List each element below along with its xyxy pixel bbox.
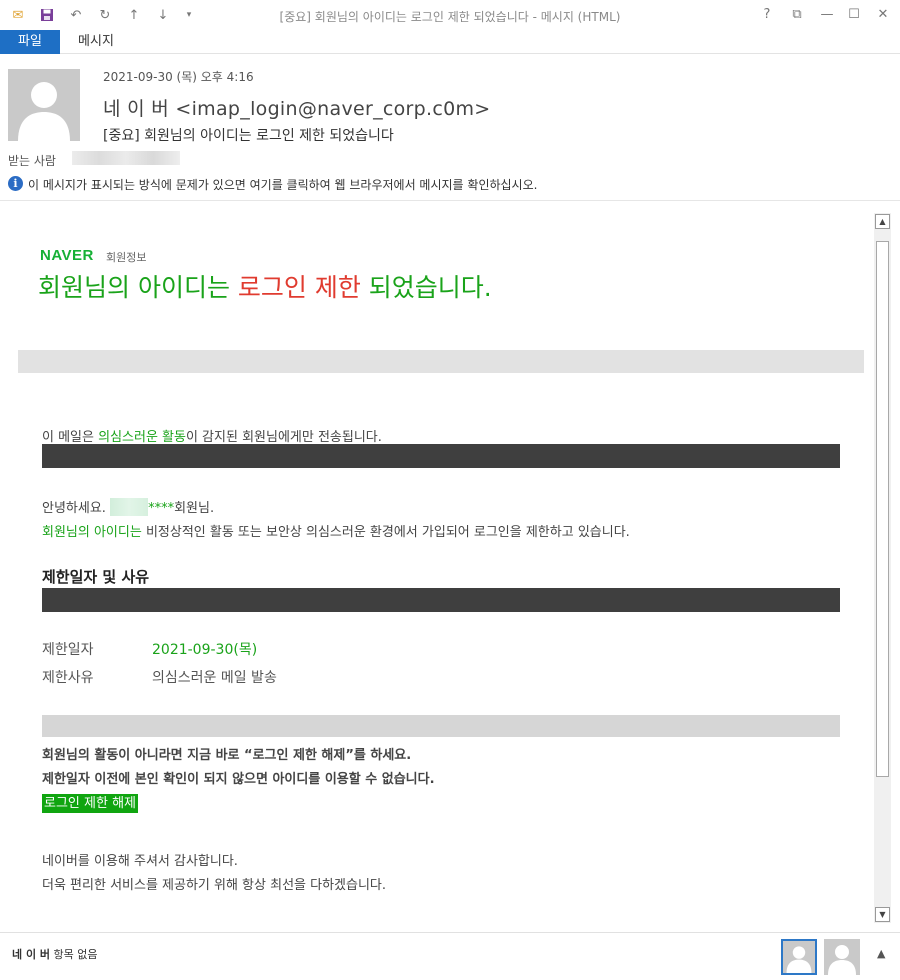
scroll-up-icon[interactable]: ▲ <box>875 214 890 229</box>
greeting: 안녕하세요. ****회원님. <box>42 497 214 516</box>
recipient-label: 받는 사람 <box>8 154 56 168</box>
notice-text: 이 메일은 의심스러운 활동이 감지된 회원님에게만 전송됩니다. <box>42 426 382 445</box>
section-title: 제한일자 및 사유 <box>42 568 150 586</box>
redo-icon[interactable]: ↻ <box>96 6 114 24</box>
description-rest: 비정상적인 활동 또는 보안상 의심스러운 환경에서 가입되어 로그인을 제한하… <box>141 525 630 540</box>
thanks-line-1: 네이버를 이용해 주셔서 감사합니다. <box>42 854 238 869</box>
warning-line-1: 회원님의 활동이 아니라면 지금 바로 “로그인 제한 해제”를 하세요. <box>42 748 412 763</box>
people-avatar-selected[interactable] <box>781 939 817 975</box>
help-icon[interactable]: ? <box>756 6 778 24</box>
restriction-reason-value: 의심스러운 메일 발송 <box>152 670 277 686</box>
customize-toolbar-icon[interactable]: ▾ <box>180 6 198 24</box>
save-icon-graphic <box>41 9 53 21</box>
header-divider <box>0 200 900 201</box>
greeting-stars: **** <box>148 501 175 516</box>
people-pane-status-text: 항목 없음 <box>50 948 98 961</box>
message-body: NAVER 회원정보 회원님의 아이디는 로그인 제한 되었습니다. 이 메일은… <box>0 208 874 928</box>
notice-part-1: 이 메일은 <box>42 430 99 445</box>
sent-date: 2021-09-30 (목) 오후 4:16 <box>103 70 254 84</box>
scrollbar-thumb[interactable] <box>876 241 889 777</box>
ribbon-display-icon[interactable]: ⧉ <box>786 6 808 24</box>
person-icon <box>828 945 856 975</box>
tab-file[interactable]: 파일 <box>0 30 60 54</box>
headline-part-3: 되었습니다. <box>360 273 492 302</box>
close-button[interactable]: ✕ <box>872 6 894 24</box>
header-band <box>18 350 864 373</box>
thanks-line-2: 더욱 편리한 서비스를 제공하기 위해 항상 최선을 다하겠습니다. <box>42 878 387 893</box>
person-icon <box>18 82 70 141</box>
message-subject: [중요] 회원님의 아이디는 로그인 제한 되었습니다 <box>103 128 394 144</box>
people-pane-status: 네 이 버 항목 없음 <box>12 946 98 962</box>
sender-name[interactable]: 네 이 버 <imap_login@naver_corp.c0m> <box>103 94 491 121</box>
warning-line-2: 제한일자 이전에 본인 확인이 되지 않으면 아이디를 이용할 수 없습니다. <box>42 772 435 787</box>
logo-subtitle: 회원정보 <box>106 251 147 264</box>
person-icon <box>786 946 812 973</box>
notice-part-3: 이 감지된 회원님에게만 전송됩니다. <box>185 430 382 445</box>
restriction-date-label: 제한일자 <box>42 642 94 658</box>
people-pane-sender: 네 이 버 <box>12 948 51 961</box>
undo-icon[interactable]: ↶ <box>67 6 85 24</box>
divider-bar <box>42 444 840 468</box>
restriction-date-value: 2021-09-30(목) <box>152 642 258 658</box>
headline-highlight: 로그인 제한 <box>237 273 361 302</box>
headline: 회원님의 아이디는 로그인 제한 되었습니다. <box>38 268 492 304</box>
greeting-part-1: 안녕하세요. <box>42 501 111 516</box>
info-icon[interactable]: i <box>8 176 23 191</box>
warning-band <box>42 715 840 737</box>
description-highlight: 회원님의 아이디는 <box>42 525 142 540</box>
recipient-redacted[interactable] <box>72 151 180 165</box>
unlock-login-button[interactable]: 로그인 제한 해제 <box>42 794 138 813</box>
previous-item-icon[interactable]: ↑ <box>125 6 143 24</box>
info-bar[interactable]: 이 메시지가 표시되는 방식에 문제가 있으면 여기를 클릭하여 웹 브라우저에… <box>28 176 537 193</box>
section-bar <box>42 588 840 612</box>
save-icon[interactable] <box>38 6 56 24</box>
people-avatar[interactable] <box>824 939 860 975</box>
sender-avatar <box>8 69 80 141</box>
title-bar: ✉ ↶ ↻ ↑ ↓ ▾ [중요] 회원님의 아이디는 로그인 제한 되었습니다 … <box>0 0 900 30</box>
next-item-icon[interactable]: ↓ <box>154 6 172 24</box>
notice-highlight: 의심스러운 활동 <box>98 430 186 445</box>
maximize-button[interactable]: ☐ <box>843 6 865 24</box>
mail-icon[interactable]: ✉ <box>9 6 27 24</box>
greeting-part-3: 회원님. <box>174 501 215 516</box>
naver-logo: NAVER <box>40 247 94 264</box>
scroll-down-icon[interactable]: ▼ <box>875 907 890 922</box>
minimize-button[interactable]: — <box>816 6 838 24</box>
headline-part-1: 회원님의 아이디는 <box>38 273 238 302</box>
description: 회원님의 아이디는 비정상적인 활동 또는 보안상 의심스러운 환경에서 가입되… <box>42 521 630 540</box>
expand-pane-icon[interactable]: ▲ <box>877 947 885 960</box>
restriction-reason-label: 제한사유 <box>42 670 94 686</box>
tab-message[interactable]: 메시지 <box>66 30 126 54</box>
masked-user-id <box>110 498 149 516</box>
ribbon-tabs: 파일 메시지 <box>0 30 900 54</box>
people-pane: 네 이 버 항목 없음 ▲ <box>0 932 900 980</box>
